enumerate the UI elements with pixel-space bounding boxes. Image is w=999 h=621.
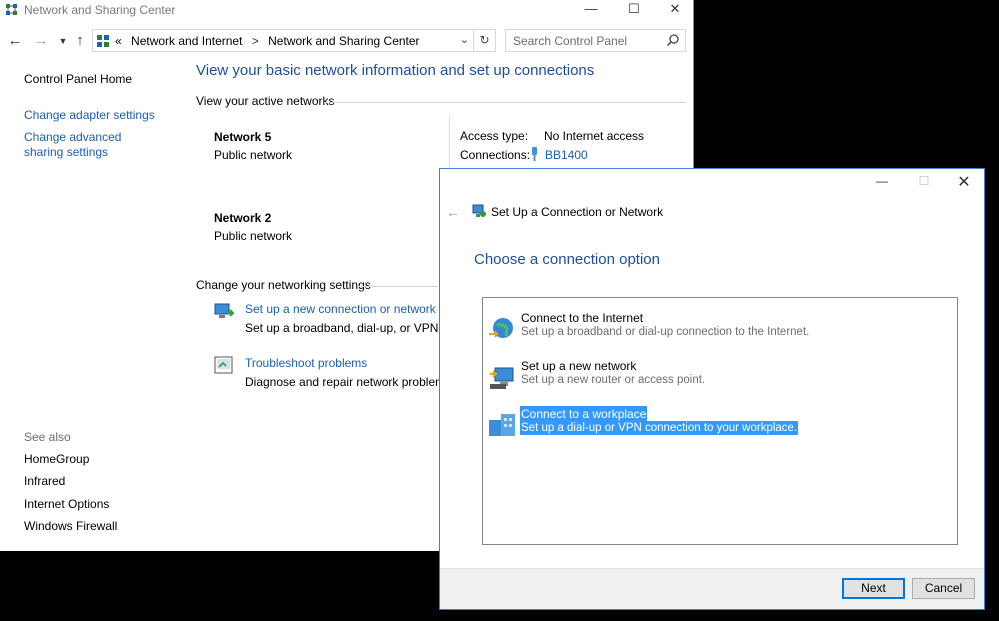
dialog-maximize-button[interactable]: ☐ <box>910 174 938 194</box>
internet-options-link[interactable]: Internet Options <box>24 497 109 511</box>
control-panel-home-link[interactable]: Control Panel Home <box>24 72 132 86</box>
window-title: Network and Sharing Center <box>24 3 176 17</box>
option-new-network[interactable]: Set up a new network Set up a new router… <box>487 357 777 397</box>
network-center-icon <box>6 4 17 15</box>
cancel-button[interactable]: Cancel <box>912 578 975 599</box>
troubleshoot-icon <box>214 356 233 374</box>
address-dropdown-icon[interactable]: ⌄ <box>460 33 469 46</box>
change-settings-heading-text: Change your networking settings <box>196 278 371 292</box>
setup-connection-dialog: — ☐ ✕ ← Set Up a Connection or Network C… <box>439 168 985 610</box>
close-button[interactable]: ✕ <box>656 0 693 20</box>
option-title: Set up a new network <box>521 359 637 373</box>
network-setup-icon <box>472 204 486 217</box>
troubleshoot-problems-link[interactable]: Troubleshoot problems <box>245 356 367 370</box>
connections-label: Connections: <box>460 148 531 162</box>
minimize-button[interactable]: — <box>572 0 610 20</box>
breadcrumb-network-sharing-center[interactable]: Network and Sharing Center <box>268 34 419 48</box>
change-settings-heading: Change your networking settings <box>196 278 371 292</box>
network-5-type[interactable]: Public network <box>214 148 292 162</box>
option-description: Set up a dial-up or VPN connection to yo… <box>520 421 799 435</box>
option-connect-internet[interactable]: Connect to the Internet Set up a broadba… <box>487 309 809 349</box>
homegroup-link[interactable]: HomeGroup <box>24 452 89 466</box>
refresh-icon[interactable]: ↻ <box>473 30 495 51</box>
address-bar-row: ← → ▼ ↑ « Network and Internet > Network… <box>0 28 693 54</box>
active-networks-heading: View your active networks <box>196 94 335 108</box>
access-type-label: Access type: <box>460 129 529 143</box>
next-button[interactable]: Next <box>842 578 905 599</box>
breadcrumb-network-and-internet[interactable]: Network and Internet <box>131 34 242 48</box>
page-title: View your basic network information and … <box>196 62 595 79</box>
workplace-building-icon <box>489 414 515 436</box>
change-advanced-sharing-link[interactable]: Change advanced sharing settings <box>24 130 154 160</box>
dialog-footer: Next Cancel <box>440 568 984 609</box>
option-description: Set up a new router or access point. <box>521 374 706 386</box>
usb-adapter-icon <box>532 147 537 161</box>
address-field[interactable]: « Network and Internet > Network and Sha… <box>92 29 496 52</box>
breadcrumb-separator[interactable]: > <box>252 34 259 48</box>
infrared-link[interactable]: Infrared <box>24 474 65 488</box>
connection-bb1400-link[interactable]: BB1400 <box>545 148 588 162</box>
network-2-name: Network 2 <box>214 211 272 225</box>
access-type-value: No Internet access <box>544 129 645 143</box>
dialog-title: Set Up a Connection or Network <box>491 205 664 219</box>
internet-globe-icon <box>489 318 513 338</box>
search-icon[interactable] <box>666 33 680 47</box>
setup-new-connection-desc: Set up a broadband, dial-up, or VPN conn <box>245 321 468 335</box>
section-divider <box>324 102 686 103</box>
change-adapter-settings-link[interactable]: Change adapter settings <box>24 108 174 123</box>
connection-options-list: Connect to the Internet Set up a broadba… <box>482 297 958 545</box>
troubleshoot-problems-desc: Diagnose and repair network problems, o <box>245 375 465 389</box>
search-placeholder: Search Control Panel <box>513 34 628 48</box>
up-arrow-icon[interactable]: ↑ <box>71 32 89 50</box>
dialog-minimize-button[interactable]: — <box>868 174 896 194</box>
option-description: Set up a broadband or dial-up connection… <box>521 326 810 338</box>
breadcrumb-overflow[interactable]: « <box>115 34 122 48</box>
dialog-heading: Choose a connection option <box>474 251 660 268</box>
windows-firewall-link[interactable]: Windows Firewall <box>24 519 117 533</box>
network-2-type[interactable]: Public network <box>214 229 292 243</box>
maximize-button[interactable]: ☐ <box>615 0 653 20</box>
recent-locations-chevron-icon[interactable]: ▼ <box>54 32 72 50</box>
new-connection-icon <box>214 303 235 318</box>
active-networks-heading-text: View your active networks <box>196 94 335 108</box>
network-5-name: Network 5 <box>214 130 272 144</box>
back-arrow-icon[interactable]: ← <box>446 204 460 220</box>
section-divider <box>358 286 438 287</box>
search-input[interactable]: Search Control Panel <box>505 29 686 52</box>
back-arrow-icon[interactable]: ← <box>6 32 24 50</box>
option-connect-workplace[interactable]: Connect to a workplace Set up a dial-up … <box>487 405 799 445</box>
breadcrumb: « Network and Internet > Network and Sha… <box>115 34 420 48</box>
option-title: Connect to a workplace <box>520 406 648 422</box>
control-panel-icon <box>97 35 109 47</box>
dialog-close-button[interactable]: ✕ <box>950 172 978 192</box>
new-network-router-icon <box>490 367 514 389</box>
forward-arrow-icon[interactable]: → <box>32 32 50 50</box>
setup-new-connection-link[interactable]: Set up a new connection or network <box>245 302 436 316</box>
option-title: Connect to the Internet <box>521 311 644 325</box>
title-bar: Network and Sharing Center — ☐ ✕ <box>0 0 693 20</box>
see-also-label: See also <box>24 430 71 444</box>
